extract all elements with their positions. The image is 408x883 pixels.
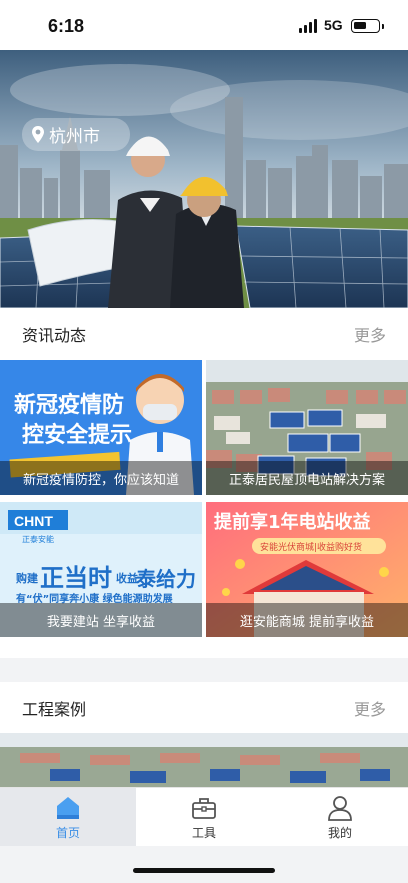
location-selector[interactable]: 杭州市: [22, 118, 130, 151]
slogan-c: 收益: [116, 571, 138, 585]
tab-mine[interactable]: 我的: [272, 788, 408, 846]
slogan-b: 正当时: [40, 564, 112, 592]
news-card-caption: 新冠疫情防控，你应该知道: [0, 461, 202, 495]
news-title: 资讯动态: [22, 326, 87, 345]
news-card-caption: 逛安能商城 提前享收益: [206, 603, 408, 637]
news-card-mall[interactable]: 提前享1年电站收益 安能光伏商城|收益购好货 逛安能商城 提前享收益: [206, 502, 408, 637]
status-bar: 6:18 5G: [0, 0, 408, 50]
signal-icon: [299, 19, 319, 33]
mall-subline: 安能光伏商城|收益购好货: [260, 541, 362, 553]
cases-title: 工程案例: [22, 700, 87, 719]
news-card-rooftop[interactable]: 正泰居民屋顶电站解决方案: [206, 360, 408, 495]
tab-tools-label: 工具: [191, 826, 216, 840]
cases-section: 工程案例 更多: [0, 682, 408, 792]
toolbox-icon: [192, 798, 216, 819]
location-label: 杭州市: [49, 127, 100, 147]
slogan-d: 泰给力: [135, 567, 196, 591]
cases-more-link[interactable]: 更多: [354, 696, 386, 720]
news-card-covid[interactable]: 新冠疫情防 控安全提示 新冠疫情防控，你应该知道: [0, 360, 202, 495]
tab-tools[interactable]: 工具: [136, 788, 272, 846]
cases-header: 工程案例 更多: [0, 682, 408, 732]
home-indicator[interactable]: [133, 868, 275, 873]
brand-sub-text: 正泰安能: [22, 534, 54, 544]
news-card-build[interactable]: CHNT 正泰安能 购建 正当时 收益 泰给力 有“伏”同享奔小康 绿色能源助发…: [0, 502, 202, 637]
covid-headline-1: 新冠疫情防: [14, 392, 124, 418]
battery-icon: [351, 19, 384, 33]
hero-banner[interactable]: 杭州市: [0, 50, 408, 308]
bottom-tab-bar: 首页 工具 我的: [0, 787, 408, 846]
tab-home-label: 首页: [55, 826, 80, 840]
brand-logo-text: CHNT: [14, 513, 53, 529]
case-card-image: [0, 733, 408, 791]
location-pin-icon: [32, 126, 44, 143]
tab-mine-label: 我的: [327, 826, 352, 840]
news-section: 资讯动态 更多 新冠疫情防 控安全提示 新冠疫情防控，你应该知道 正泰居民屋顶电…: [0, 308, 408, 658]
news-more-link[interactable]: 更多: [354, 322, 386, 346]
covid-headline-2: 控安全提示: [22, 422, 132, 448]
network-label: 5G: [324, 17, 343, 33]
home-icon: [57, 797, 79, 819]
slogan-a: 购建: [16, 571, 39, 585]
mall-headline: 提前享1年电站收益: [214, 511, 371, 533]
banner-image: [0, 50, 408, 308]
case-card[interactable]: [0, 733, 408, 791]
status-time: 6:18: [48, 16, 85, 36]
tab-home[interactable]: 首页: [0, 788, 136, 846]
news-card-caption: 正泰居民屋顶电站解决方案: [206, 461, 408, 495]
news-card-caption: 我要建站 坐享收益: [0, 603, 202, 637]
user-icon: [328, 796, 352, 821]
news-header: 资讯动态 更多: [0, 308, 408, 358]
